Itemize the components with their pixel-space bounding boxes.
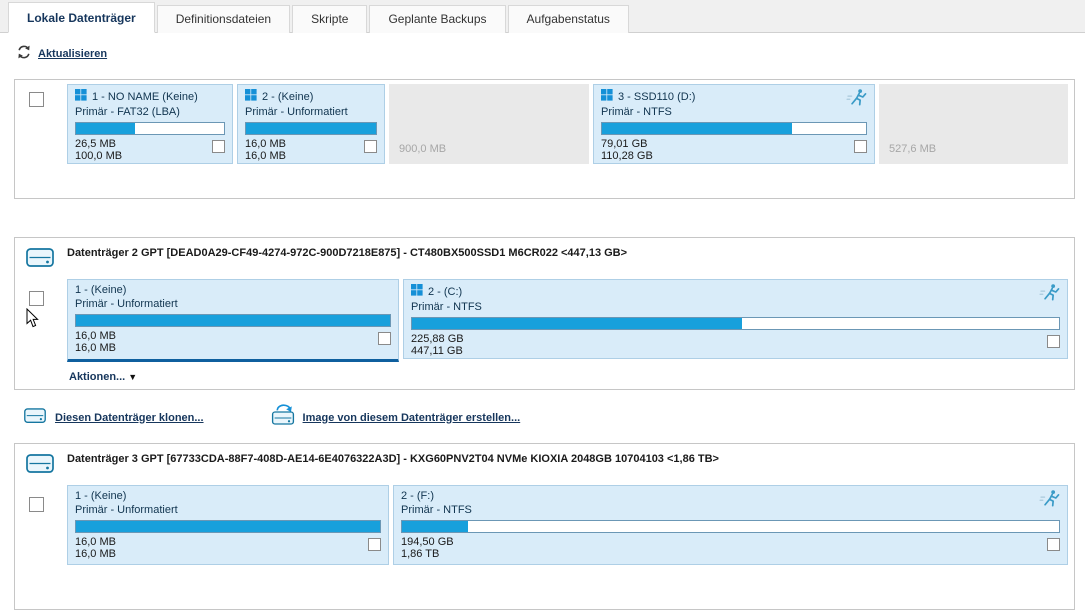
windows-icon [411, 284, 423, 299]
usage-bar-fill [76, 315, 390, 326]
partition-title: 2 - (F:) [401, 490, 434, 502]
refresh-icon[interactable] [16, 44, 32, 63]
partition-title: 1 - (Keine) [75, 490, 127, 502]
partition-type: Primär - NTFS [601, 106, 672, 118]
tab-skripte[interactable]: Skripte [292, 5, 368, 33]
partition-checkbox[interactable] [364, 140, 377, 153]
partition-checkbox[interactable] [368, 538, 381, 551]
partition-checkbox[interactable] [378, 332, 391, 345]
running-man-icon [1039, 283, 1061, 304]
partition-title: 2 - (Keine) [262, 90, 314, 103]
disk3-title: Datenträger 3 GPT [67733CDA-88F7-408D-AE… [67, 453, 719, 465]
running-man-icon [846, 88, 868, 109]
clone-disk-link[interactable]: Diesen Datenträger klonen... [22, 405, 204, 430]
usage-bar [601, 122, 867, 135]
clone-disk-icon [22, 405, 48, 430]
partition-title: 1 - (Keine) [75, 284, 127, 296]
usage-bar-fill [402, 521, 468, 532]
tab-definitionsdateien[interactable]: Definitionsdateien [156, 5, 291, 33]
partition-title: 3 - SSD110 (D:) [618, 90, 696, 103]
disk2-title: Datenträger 2 GPT [DEAD0A29-CF49-4274-97… [67, 247, 628, 259]
partition-type: Primär - Unformatiert [75, 298, 178, 310]
usage-bar-fill [412, 318, 742, 329]
disk2-checkbox[interactable] [29, 291, 44, 306]
disk1-unallocated-1[interactable]: 900,0 MB [389, 84, 589, 164]
partition-checkbox[interactable] [212, 140, 225, 153]
used-size: 16,0 MB [75, 330, 116, 342]
disk-icon [24, 454, 56, 481]
usage-bar-fill [246, 123, 376, 134]
usage-bar [411, 317, 1060, 330]
usage-bar-fill [76, 521, 380, 532]
usage-bar [75, 520, 381, 533]
partition-type: Primär - Unformatiert [245, 106, 348, 118]
disk1-partition-2[interactable]: 2 - (Keine) Primär - Unformatiert 16,0 M… [237, 84, 385, 164]
used-size: 79,01 GB [601, 138, 648, 150]
disk3-partition-1[interactable]: 1 - (Keine) Primär - Unformatiert 16,0 M… [67, 485, 389, 565]
tab-geplante-backups[interactable]: Geplante Backups [369, 5, 506, 33]
used-size: 16,0 MB [75, 536, 116, 548]
tab-aufgabenstatus[interactable]: Aufgabenstatus [507, 5, 629, 33]
disk2-partitions: 1 - (Keine) Primär - Unformatiert 16,0 M… [67, 275, 1074, 368]
total-size: 1,86 TB [401, 548, 440, 560]
windows-icon [601, 89, 613, 104]
total-size: 100,0 MB [75, 150, 123, 162]
total-size: 16,0 MB [245, 150, 286, 162]
partition-title: 1 - NO NAME (Keine) [92, 90, 198, 103]
disk2-partition-1[interactable]: 1 - (Keine) Primär - Unformatiert 16,0 M… [67, 279, 399, 362]
total-size: 16,0 MB [75, 342, 116, 354]
disk1-unallocated-2[interactable]: 527,6 MB [879, 84, 1068, 164]
disk3-partitions: 1 - (Keine) Primär - Unformatiert 16,0 M… [67, 481, 1074, 571]
disk1-partition-1[interactable]: 1 - NO NAME (Keine) Primär - FAT32 (LBA)… [67, 84, 233, 164]
partition-type: Primär - NTFS [401, 504, 472, 516]
partition-type: Primär - FAT32 (LBA) [75, 106, 180, 118]
chevron-down-icon: ▼ [128, 372, 138, 382]
windows-icon [75, 89, 87, 104]
tab-bar: Lokale Datenträger Definitionsdateien Sk… [0, 0, 1085, 33]
create-image-link[interactable]: Image von diesem Datenträger erstellen..… [270, 404, 520, 431]
disk-action-links: Diesen Datenträger klonen... Image von d… [22, 404, 1085, 431]
used-size: 194,50 GB [401, 536, 454, 548]
used-size: 16,0 MB [245, 138, 286, 150]
usage-bar [401, 520, 1060, 533]
disk3-checkbox[interactable] [29, 497, 44, 512]
usage-bar-fill [76, 123, 136, 134]
used-size: 225,88 GB [411, 333, 464, 345]
disk-icon [24, 248, 56, 275]
disk1-partition-3[interactable]: 3 - SSD110 (D:) Primär - NTFS 79,01 GB 1… [593, 84, 875, 164]
disk2-panel: Datenträger 2 GPT [DEAD0A29-CF49-4274-97… [14, 237, 1075, 390]
disk1-checkbox[interactable] [29, 92, 44, 107]
partition-type: Primär - NTFS [411, 301, 482, 313]
used-size: 26,5 MB [75, 138, 116, 150]
total-size: 16,0 MB [75, 548, 116, 560]
partition-checkbox[interactable] [854, 140, 867, 153]
partition-title: 2 - (C:) [428, 285, 463, 298]
disk1-partitions: 1 - NO NAME (Keine) Primär - FAT32 (LBA)… [67, 80, 1074, 198]
unallocated-size: 527,6 MB [889, 143, 937, 155]
tab-lokale-datentraeger[interactable]: Lokale Datenträger [8, 2, 155, 33]
actions-dropdown[interactable]: Aktionen... ▼ [69, 371, 137, 383]
disk3-panel: Datenträger 3 GPT [67733CDA-88F7-408D-AE… [14, 443, 1075, 610]
partition-checkbox[interactable] [1047, 335, 1060, 348]
total-size: 110,28 GB [601, 150, 653, 162]
disk2-partition-2[interactable]: 2 - (C:) Primär - NTFS 225,88 GB 447,11 … [403, 279, 1068, 359]
usage-bar [75, 122, 225, 135]
partition-checkbox[interactable] [1047, 538, 1060, 551]
disk3-partition-2[interactable]: 2 - (F:) Primär - NTFS 194,50 GB 1,86 TB [393, 485, 1068, 565]
windows-icon [245, 89, 257, 104]
running-man-icon [1039, 489, 1061, 510]
disk1-panel: 1 - NO NAME (Keine) Primär - FAT32 (LBA)… [14, 79, 1075, 199]
usage-bar [75, 314, 391, 327]
refresh-link[interactable]: Aktualisieren [38, 48, 107, 60]
usage-bar-fill [602, 123, 793, 134]
toolbar: Aktualisieren [0, 33, 1085, 71]
total-size: 447,11 GB [411, 345, 463, 357]
usage-bar [245, 122, 377, 135]
unallocated-size: 900,0 MB [399, 143, 447, 155]
create-image-icon [270, 404, 296, 431]
partition-type: Primär - Unformatiert [75, 504, 178, 516]
